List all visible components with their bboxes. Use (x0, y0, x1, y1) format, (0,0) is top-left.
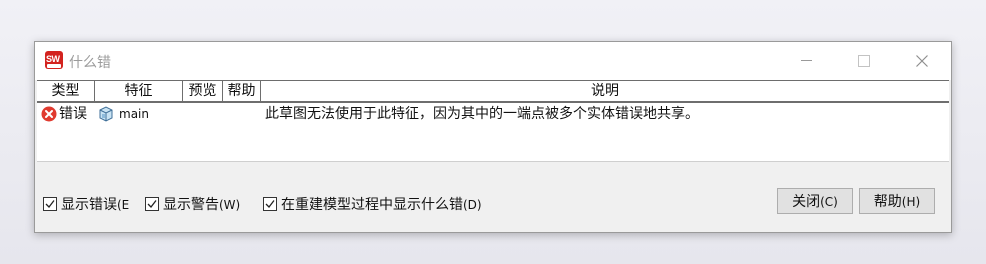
close-icon (916, 55, 928, 67)
minimize-button[interactable] (777, 42, 835, 80)
close-window-button[interactable] (893, 42, 951, 80)
checkbox-box (263, 197, 277, 211)
column-header-preview[interactable]: 预览 (183, 81, 223, 101)
column-header-feature[interactable]: 特征 (95, 81, 183, 101)
close-button[interactable]: 关闭(C) (777, 188, 853, 214)
row-type: 错误 (59, 106, 87, 122)
part-icon (99, 106, 113, 122)
show-warnings-label: 显示警告(W) (163, 197, 241, 213)
table-row[interactable]: 错误 main 此草图无法使用于此特征，因为其中的一端点被多个实体错误地共享。 (37, 104, 949, 124)
list-header: 类型 特征 预览 帮助 说明 (37, 81, 949, 103)
column-header-help[interactable]: 帮助 (223, 81, 261, 101)
checkmark-icon (45, 200, 55, 208)
error-icon (41, 106, 57, 122)
show-errors-label: 显示错误(E (61, 197, 130, 213)
app-icon-text: SW (46, 54, 60, 64)
maximize-button[interactable] (835, 42, 893, 80)
checkmark-icon (265, 200, 275, 208)
row-description: 此草图无法使用于此特征，因为其中的一端点被多个实体错误地共享。 (265, 106, 699, 122)
row-feature: main (119, 107, 149, 121)
show-during-rebuild-label: 在重建模型过程中显示什么错(D) (281, 197, 482, 213)
checkmark-icon (147, 200, 157, 208)
show-during-rebuild-checkbox[interactable]: 在重建模型过程中显示什么错(D) (263, 196, 523, 214)
column-header-type[interactable]: 类型 (37, 81, 95, 101)
whats-wrong-dialog: SW 什么错 类型 特征 预览 帮助 说明 错误 main 此草图无法使用于此特… (34, 41, 952, 233)
column-header-description[interactable]: 说明 (261, 81, 949, 101)
window-title: 什么错 (69, 55, 111, 71)
show-errors-checkbox[interactable]: 显示错误(E (43, 196, 139, 214)
desktop-background: SW 什么错 类型 特征 预览 帮助 说明 错误 main 此草图无法使用于此特… (0, 0, 986, 264)
help-button[interactable]: 帮助(H) (859, 188, 935, 214)
options-bar: 显示错误(E 显示警告(W) 在重建模型过程中显示什么错(D) 关闭(C) 帮助… (35, 182, 951, 222)
solidworks-logo-icon: SW (45, 51, 63, 69)
error-list[interactable]: 类型 特征 预览 帮助 说明 错误 main 此草图无法使用于此特征，因为其中的… (37, 80, 949, 162)
title-bar[interactable]: SW 什么错 (35, 42, 951, 80)
show-warnings-checkbox[interactable]: 显示警告(W) (145, 196, 255, 214)
checkbox-box (43, 197, 57, 211)
checkbox-box (145, 197, 159, 211)
